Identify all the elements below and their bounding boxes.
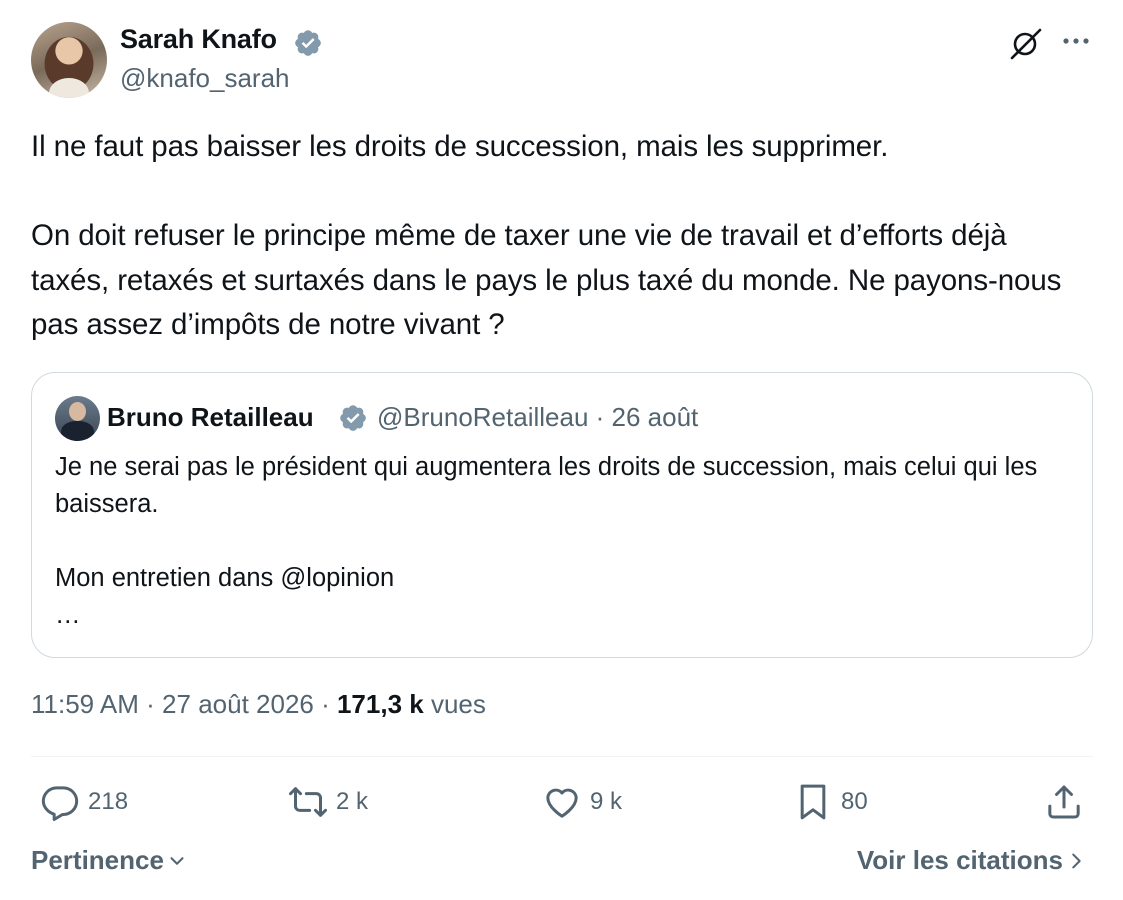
like-icon	[546, 788, 578, 818]
tweet-paragraph: On doit refuser le principe même de taxe…	[31, 219, 1070, 341]
repost-icon	[289, 787, 327, 817]
chevron-right-icon	[1072, 853, 1081, 868]
verified-icon	[340, 405, 366, 431]
reply-button[interactable]: 218	[40, 780, 128, 824]
verified-icon	[295, 30, 321, 56]
repost-button[interactable]: 2 k	[288, 780, 368, 824]
quoted-author-name: Bruno Retailleau	[107, 402, 314, 432]
quoted-meta: @BrunoRetailleau · 26 août	[377, 402, 698, 433]
quoted-text: Je ne serai pas le président qui augment…	[55, 449, 1075, 634]
like-button[interactable]: 9 k	[542, 780, 622, 824]
views-count: 171,3 k	[336, 689, 424, 719]
more-icon[interactable]	[1058, 26, 1094, 56]
repost-count: 2 k	[336, 788, 369, 815]
share-button[interactable]	[1044, 780, 1084, 824]
reply-icon	[41, 786, 79, 821]
tweet-date[interactable]: 27 août 2026	[162, 689, 314, 719]
reply-count: 218	[88, 788, 129, 815]
tweet-text: Il ne faut pas baisser les droits de suc…	[31, 125, 1091, 348]
author-avatar[interactable]	[31, 22, 107, 98]
tweet-time[interactable]: 11:59 AM	[31, 689, 139, 719]
views-label: vues	[430, 689, 486, 719]
meta-separator: ·	[313, 689, 337, 719]
quoted-line: …	[55, 601, 81, 629]
author-name[interactable]: Sarah Knafo	[120, 24, 277, 55]
quoted-tweet-card[interactable]: Bruno Retailleau @BrunoRetailleau · 26 a…	[31, 372, 1093, 658]
quoted-date: 26 août	[611, 402, 699, 432]
author-handle[interactable]: @knafo_sarah	[120, 63, 290, 94]
meta-separator: ·	[138, 689, 163, 719]
meta-separator: ·	[588, 402, 612, 432]
quoted-handle: @BrunoRetailleau	[377, 402, 589, 432]
view-quotes-link[interactable]: Voir les citations	[857, 845, 1087, 876]
like-count: 9 k	[590, 788, 623, 815]
chevron-down-icon	[170, 856, 184, 865]
quotes-link-label: Voir les citations	[856, 845, 1063, 875]
grok-icon[interactable]	[1008, 25, 1044, 61]
quoted-line: Mon entretien dans @lopinion	[55, 564, 395, 592]
divider	[31, 756, 1093, 757]
bookmark-icon	[800, 784, 826, 820]
share-icon	[1048, 785, 1080, 819]
sort-dropdown[interactable]: Pertinence	[31, 845, 188, 876]
sort-label: Pertinence	[31, 845, 164, 875]
quoted-line: Je ne serai pas le président qui augment…	[55, 453, 1045, 518]
quoted-author-avatar	[55, 396, 100, 441]
tweet-paragraph: Il ne faut pas baisser les droits de suc…	[31, 130, 889, 163]
bookmark-count: 80	[841, 788, 868, 815]
tweet-meta: 11:59 AM · 27 août 2026 · 171,3 k vues	[31, 689, 486, 720]
bookmark-button[interactable]: 80	[793, 780, 868, 824]
